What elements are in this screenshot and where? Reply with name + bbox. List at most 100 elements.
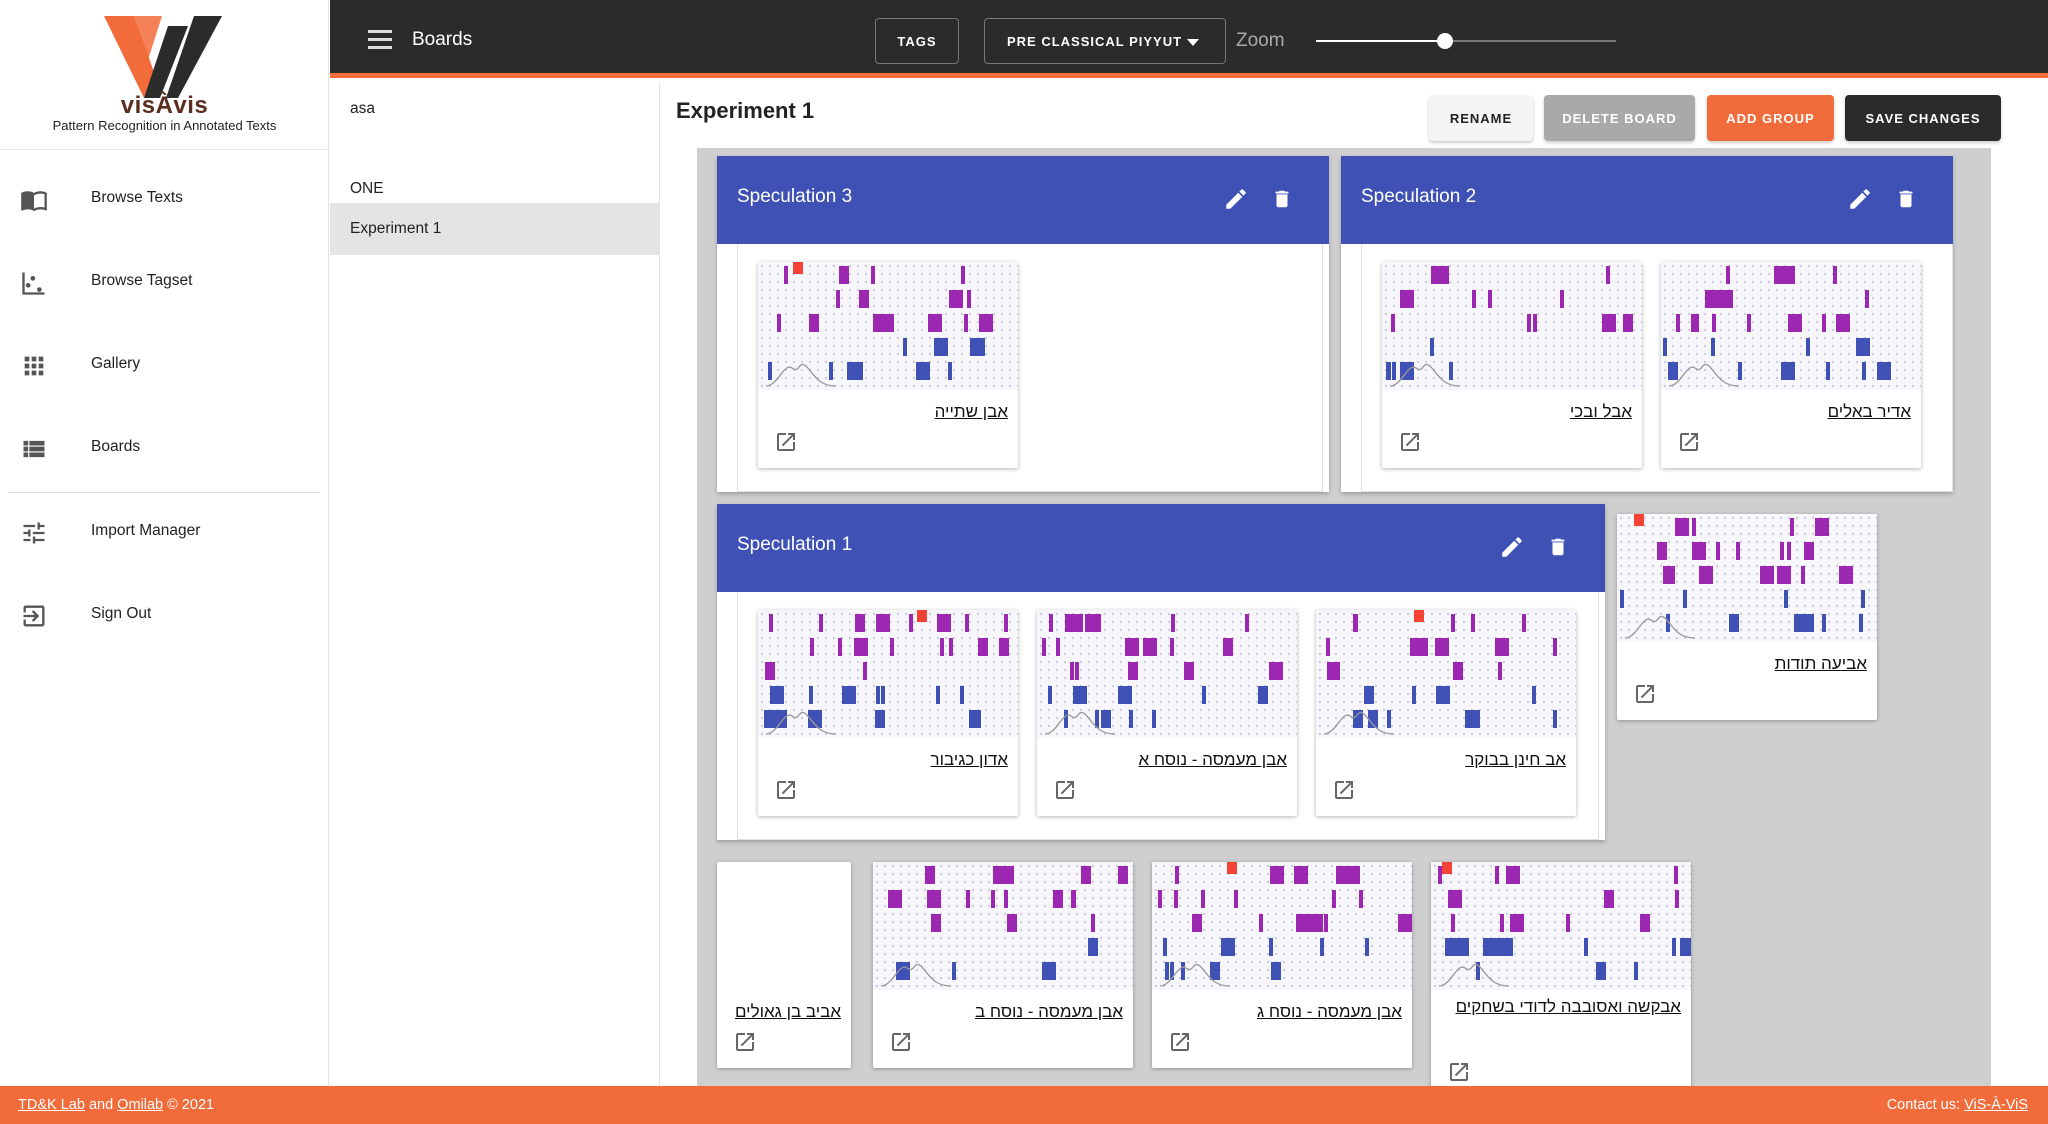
pattern-visualization <box>1152 862 1412 990</box>
contact-label: Contact us: <box>1886 1097 1961 1113</box>
group-title: Speculation 3 <box>737 186 853 207</box>
delete-trash-icon[interactable] <box>1271 186 1293 212</box>
nav-browse-texts[interactable]: Browse Texts <box>0 168 329 228</box>
nav-label: Import Manager <box>91 522 201 539</box>
group-header: Speculation 3 <box>717 156 1329 244</box>
card-title-link[interactable]: אדון כגיבור <box>930 750 1008 770</box>
text-card: אדיר באלים <box>1661 262 1921 468</box>
rename-button[interactable]: RENAME <box>1429 95 1533 141</box>
delete-trash-icon[interactable] <box>1895 186 1917 212</box>
contact-link[interactable]: ViS-À-ViS <box>1964 1097 2028 1113</box>
list-icon <box>23 440 45 458</box>
pattern-marks <box>1386 266 1633 387</box>
nav-label: Browse Texts <box>91 189 183 206</box>
nav-label: Boards <box>91 438 141 455</box>
board-list: asa ONE Experiment 1 <box>330 83 660 1086</box>
card-title-link[interactable]: אבן מעמסה - נוסח ב <box>975 1002 1123 1022</box>
card-title-link[interactable]: אבקשה ואסובבה לדודי בשחקים <box>1445 992 1681 1022</box>
lab2-link[interactable]: Omilab <box>117 1097 163 1113</box>
board-list-item[interactable]: Experiment 1 <box>330 203 660 255</box>
open-in-new-icon[interactable] <box>733 1030 757 1054</box>
scatter-icon <box>22 272 45 295</box>
nav-gallery[interactable]: Gallery <box>0 334 329 394</box>
book-open-icon <box>21 191 47 212</box>
footer-credits: TD&K Lab and Omilab © 2021 <box>18 1097 214 1113</box>
card-title-link[interactable]: אבל ובכי <box>1570 402 1632 422</box>
speculation-group: Speculation 2 אבל ובכי אדיר באלים <box>1341 156 1953 492</box>
zoom-slider[interactable] <box>1316 33 1616 49</box>
pattern-marks <box>1042 614 1283 735</box>
card-title-link[interactable]: אדיר באלים <box>1828 402 1911 422</box>
delete-trash-icon[interactable] <box>1547 534 1569 560</box>
logo: visÀvis Pattern Recognition in Annotated… <box>0 0 329 150</box>
card-title-link[interactable]: אביעה תודות <box>1775 654 1867 674</box>
logo-name: visÀvis <box>120 92 209 119</box>
nav-import-manager[interactable]: Import Manager <box>0 501 329 561</box>
nav-boards[interactable]: Boards <box>0 417 329 477</box>
pattern-visualization <box>1431 862 1691 990</box>
open-in-new-icon[interactable] <box>774 430 798 454</box>
top-app-bar: Boards TAGS PRE CLASSICAL PIYYUT Zoom <box>330 0 2048 78</box>
nav-label: Sign Out <box>91 605 152 622</box>
pattern-visualization <box>1316 610 1576 738</box>
add-group-button[interactable]: ADD GROUP <box>1707 95 1834 141</box>
open-in-new-icon[interactable] <box>1332 778 1356 802</box>
pattern-visualization <box>758 262 1018 390</box>
pattern-marks <box>1323 610 1557 735</box>
open-in-new-icon[interactable] <box>1398 430 1422 454</box>
open-in-new-icon[interactable] <box>1677 430 1701 454</box>
pattern-visualization <box>1617 514 1877 642</box>
save-changes-button[interactable]: SAVE CHANGES <box>1845 95 2001 141</box>
board-list-item[interactable]: asa <box>330 83 660 135</box>
speculation-group: Speculation 1 אדון כגיבור אבן מעמסה - נוסח… <box>717 504 1605 840</box>
pattern-visualization <box>1037 610 1297 738</box>
text-card: אביעה תודות <box>1617 514 1877 720</box>
open-in-new-icon[interactable] <box>1633 682 1657 706</box>
nav-divider <box>8 492 320 493</box>
card-title-link[interactable]: אבן מעמסה - נוסח ג <box>1257 1002 1402 1022</box>
visavis-logo-icon <box>104 16 222 98</box>
pattern-marks <box>1620 514 1865 639</box>
edit-pencil-icon[interactable] <box>1847 186 1873 212</box>
card-title-link[interactable]: אבן מעמסה - נוסח א <box>1138 750 1287 770</box>
corpus-select-value: PRE CLASSICAL PIYYUT <box>1007 33 1183 49</box>
sidebar: visÀvis Pattern Recognition in Annotated… <box>0 0 329 1086</box>
lab-link[interactable]: TD&K Lab <box>18 1097 85 1113</box>
pattern-marks <box>1663 266 1891 387</box>
card-title-link[interactable]: אב חינן בבוקר <box>1465 750 1566 770</box>
footer-copyright: © 2021 <box>167 1097 215 1113</box>
corpus-select[interactable]: PRE CLASSICAL PIYYUT <box>984 18 1226 64</box>
speculation-group: Speculation 3 אבן שתייה <box>717 156 1329 492</box>
open-in-new-icon[interactable] <box>1053 778 1077 802</box>
edit-pencil-icon[interactable] <box>1499 534 1525 560</box>
pattern-marks <box>880 866 1128 987</box>
grid-icon <box>24 356 44 376</box>
nav-browse-tagset[interactable]: Browse Tagset <box>0 251 329 311</box>
nav-label: Gallery <box>91 355 141 372</box>
delete-board-button[interactable]: DELETE BOARD <box>1544 95 1695 141</box>
group-header: Speculation 1 <box>717 504 1605 592</box>
edit-pencil-icon[interactable] <box>1223 186 1249 212</box>
open-in-new-icon[interactable] <box>1168 1030 1192 1054</box>
card-title-link[interactable]: אבן שתייה <box>935 402 1008 422</box>
group-body: אבל ובכי אדיר באלים <box>1361 244 1953 492</box>
tags-button[interactable]: TAGS <box>875 18 959 64</box>
logo-tagline: Pattern Recognition in Annotated Texts <box>52 118 277 133</box>
page-title: Boards <box>412 29 473 50</box>
group-body: אדון כגיבור אבן מעמסה - נוסח א אב חינן בבו… <box>737 592 1599 840</box>
card-title-link[interactable]: אביב בן גאולים <box>735 1002 841 1022</box>
pattern-marks <box>765 262 993 387</box>
zoom-slider-thumb[interactable] <box>1437 33 1453 49</box>
text-card: אבן מעמסה - נוסח א <box>1037 610 1297 816</box>
nav-sign-out[interactable]: Sign Out <box>0 584 329 644</box>
menu-icon[interactable] <box>368 30 392 50</box>
caret-down-icon <box>1187 39 1199 46</box>
text-card: אבן מעמסה - נוסח ב <box>873 862 1133 1068</box>
open-in-new-icon[interactable] <box>889 1030 913 1054</box>
open-in-new-icon[interactable] <box>774 778 798 802</box>
footer: TD&K Lab and Omilab © 2021 Contact us: V… <box>0 1086 2048 1124</box>
nav-label: Browse Tagset <box>91 272 193 289</box>
open-in-new-icon[interactable] <box>1447 1060 1471 1084</box>
board-canvas: Speculation 3 אבן שתייה Speculation 2 אבל ו… <box>697 148 1991 1086</box>
text-card: אבל ובכי <box>1382 262 1642 468</box>
